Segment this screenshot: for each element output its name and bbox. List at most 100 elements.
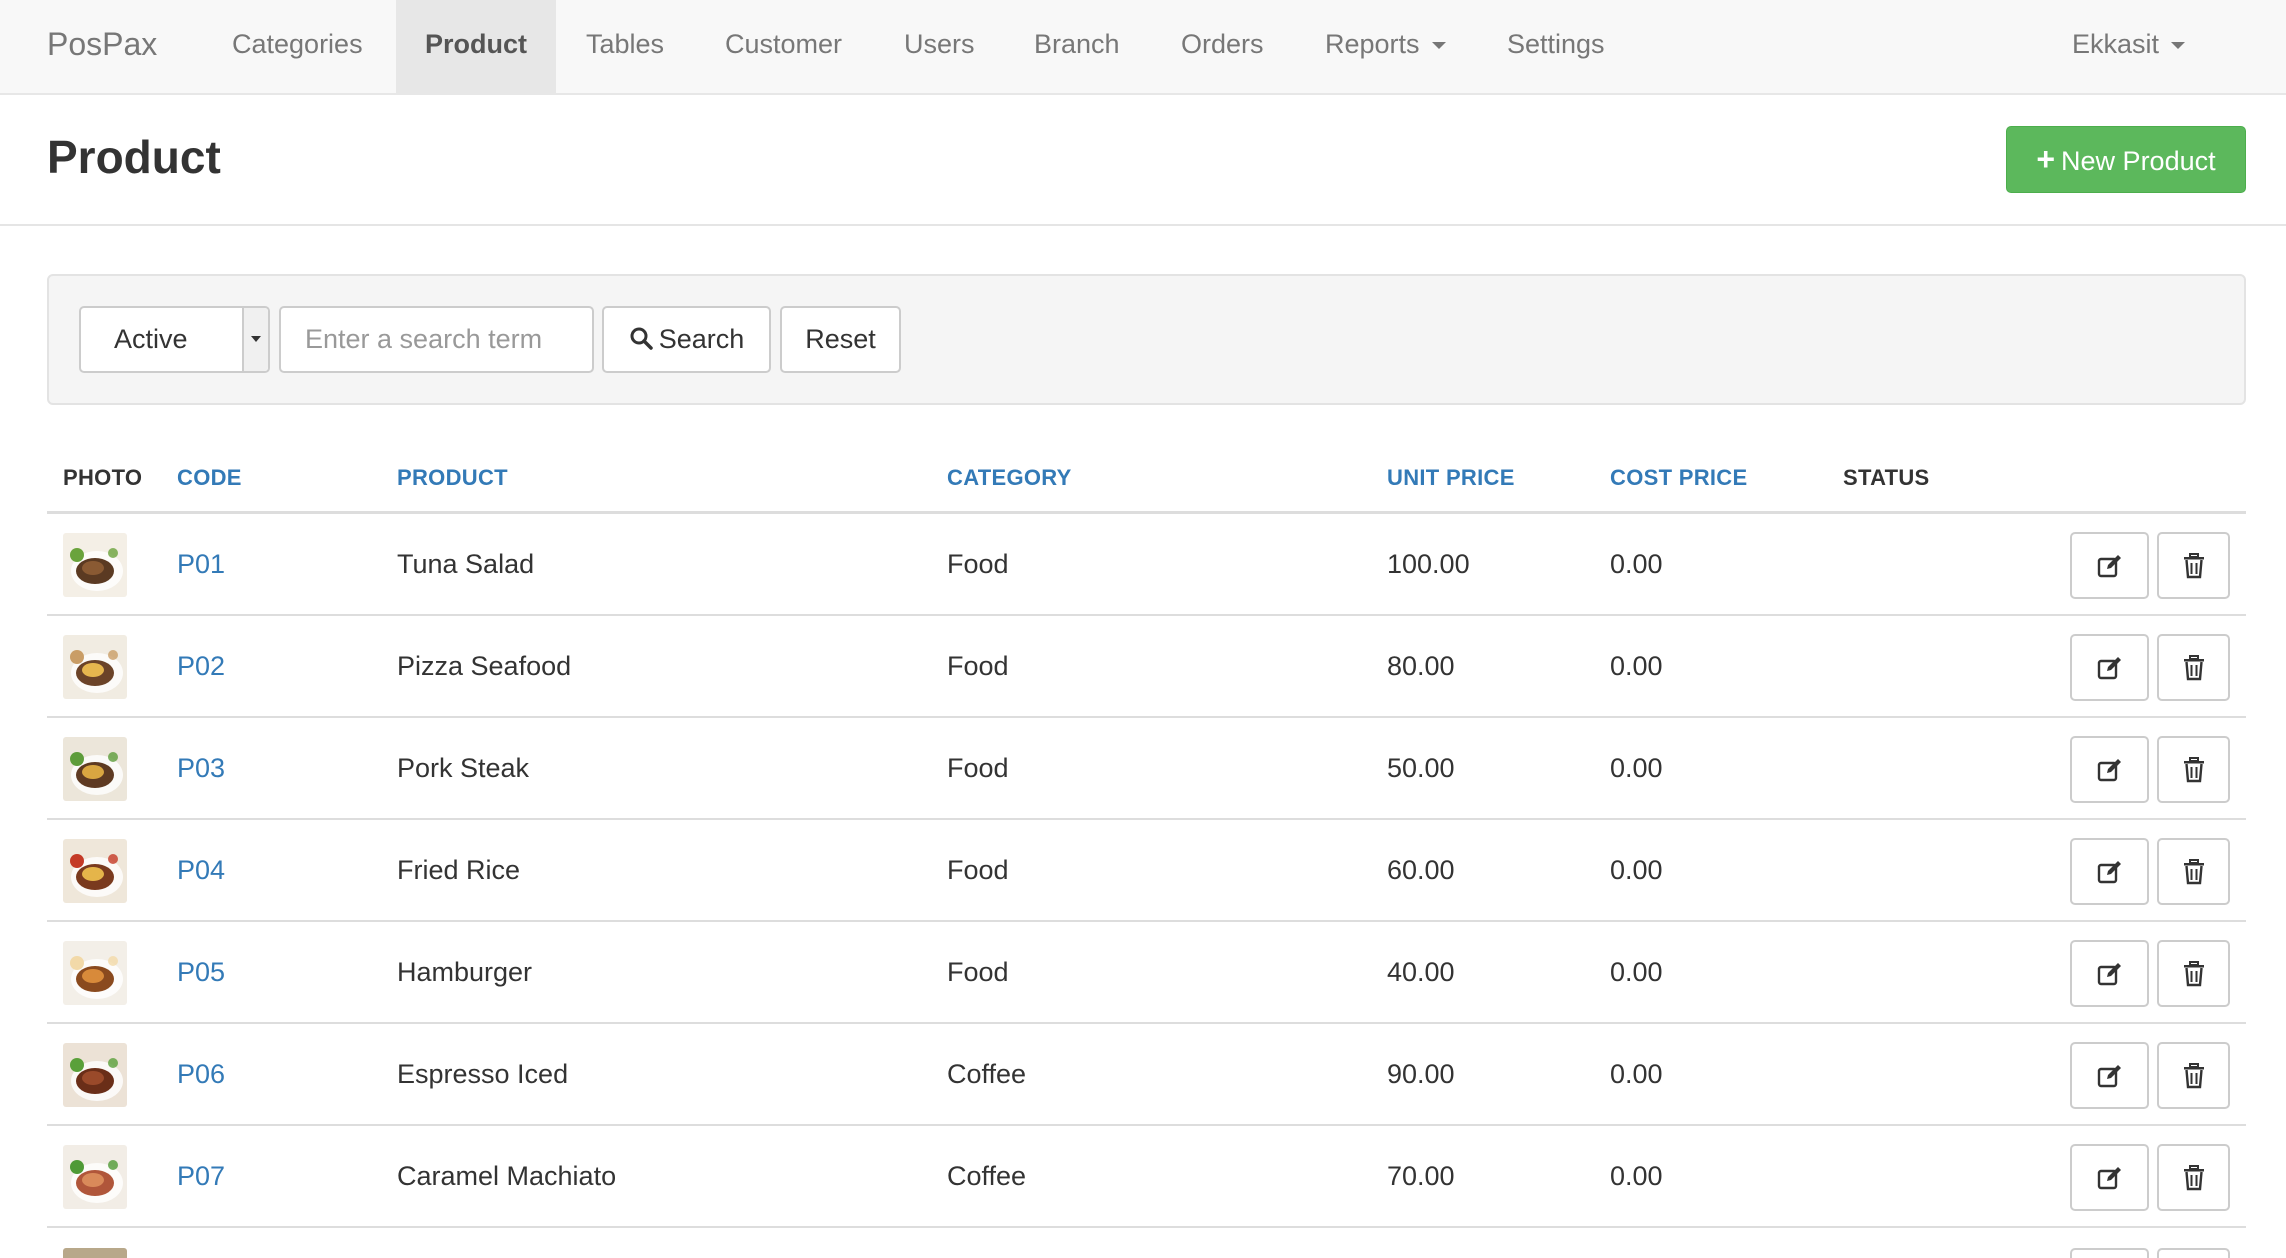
delete-button[interactable] [2157,838,2230,905]
page-title: Product [47,131,221,183]
product-name: Hamburger [397,957,533,987]
status-select[interactable]: Active [79,306,270,373]
column-header-product[interactable]: PRODUCT [397,465,508,491]
delete-button[interactable] [2157,1042,2230,1109]
product-code-link[interactable]: P06 [177,1024,225,1124]
nav-item-branch[interactable]: Branch [1004,0,1150,93]
brand-logo[interactable]: PosPax [47,0,157,95]
search-input[interactable] [279,306,594,373]
product-unit-price: 90.00 [1387,1059,1455,1089]
new-product-button[interactable]: + New Product [2006,126,2246,193]
delete-button[interactable] [2157,736,2230,803]
product-photo [63,941,127,1005]
product-code-link[interactable]: P04 [177,820,225,920]
table-row-partial-edit [2070,1248,2149,1258]
edit-button[interactable] [2070,532,2149,599]
user-menu[interactable]: Ekkasit [2072,0,2186,93]
trash-icon [2183,756,2204,782]
nav-item-reports-label: Reports [1325,29,1420,59]
product-cost-price: 0.00 [1610,957,1663,987]
product-name: Pork Steak [397,753,530,783]
table-row: P02 Pizza Seafood Food 80.00 0.00 [47,616,2246,718]
product-photo [63,737,127,801]
edit-icon [2097,1166,2121,1189]
trash-icon [2183,1164,2204,1190]
product-photo [63,1145,127,1209]
edit-button[interactable] [2070,940,2149,1007]
product-photo [63,1043,127,1107]
nav-item-users[interactable]: Users [874,0,1005,93]
table-row: P07 Caramel Machiato Coffee 70.00 0.00 [47,1126,2246,1228]
product-code-link[interactable]: P01 [177,514,225,614]
column-header-status: STATUS [1843,465,1930,490]
product-code-link[interactable]: P05 [177,922,225,1022]
select-arrow-icon [242,308,268,371]
product-unit-price: 50.00 [1387,753,1455,783]
nav-item-customer[interactable]: Customer [695,0,872,93]
table-row: P04 Fried Rice Food 60.00 0.00 [47,820,2246,922]
product-photo [63,533,127,597]
delete-button[interactable] [2157,532,2230,599]
nav-item-categories[interactable]: Categories [202,0,393,93]
column-header-code[interactable]: CODE [177,465,242,491]
product-name: Caramel Machiato [397,1161,617,1191]
product-unit-price: 40.00 [1387,957,1455,987]
product-name: Pizza Seafood [397,651,572,681]
edit-button[interactable] [2070,1144,2149,1211]
column-header-category[interactable]: CATEGORY [947,465,1072,491]
product-unit-price: 80.00 [1387,651,1455,681]
nav-item-settings[interactable]: Settings [1477,0,1635,93]
product-photo [63,839,127,903]
table-row-partial-delete [2157,1248,2230,1258]
delete-button[interactable] [2157,940,2230,1007]
edit-button[interactable] [2070,1042,2149,1109]
product-category: Coffee [947,1059,1027,1089]
edit-button[interactable] [2070,838,2149,905]
user-name: Ekkasit [2072,29,2160,59]
delete-button[interactable] [2157,634,2230,701]
caret-down-icon [2171,42,2186,50]
edit-button[interactable] [2070,736,2149,803]
product-cost-price: 0.00 [1610,549,1663,579]
new-product-label: New Product [2061,146,2216,176]
product-category: Food [947,651,1009,681]
product-code-link[interactable]: P07 [177,1126,225,1226]
product-cost-price: 0.00 [1610,753,1663,783]
nav-item-orders[interactable]: Orders [1151,0,1294,93]
product-code-link[interactable]: P02 [177,616,225,716]
edit-icon [2097,962,2121,985]
product-category: Coffee [947,1161,1027,1191]
delete-button[interactable] [2157,1144,2230,1211]
nav-item-reports[interactable]: Reports [1295,0,1476,93]
product-code-link[interactable]: P03 [177,718,225,818]
product-photo [63,635,127,699]
reset-button[interactable]: Reset [780,306,901,373]
product-unit-price: 100.00 [1387,549,1470,579]
caret-down-icon [1431,42,1446,50]
product-cost-price: 0.00 [1610,855,1663,885]
product-category: Food [947,753,1009,783]
edit-button[interactable] [2070,634,2149,701]
column-header-cost-price[interactable]: COST PRICE [1610,465,1747,491]
search-button-label: Search [658,324,745,354]
product-cost-price: 0.00 [1610,1059,1663,1089]
trash-icon [2183,1062,2204,1088]
product-category: Food [947,855,1009,885]
trash-icon [2183,858,2204,884]
status-select-value: Active [114,324,188,354]
edit-icon [2097,656,2121,679]
trash-icon [2183,654,2204,680]
product-name: Fried Rice [397,855,521,885]
nav-item-product[interactable]: Product [396,0,556,93]
column-header-unit-price[interactable]: UNIT PRICE [1387,465,1515,491]
product-unit-price: 60.00 [1387,855,1455,885]
product-name: Tuna Salad [397,549,535,579]
trash-icon [2183,960,2204,986]
search-icon [630,327,653,351]
product-category: Food [947,549,1009,579]
search-button[interactable]: Search [602,306,771,373]
nav-item-tables[interactable]: Tables [556,0,694,93]
table-row-partial [63,1248,127,1258]
edit-icon [2097,1064,2121,1087]
edit-icon [2097,758,2121,781]
